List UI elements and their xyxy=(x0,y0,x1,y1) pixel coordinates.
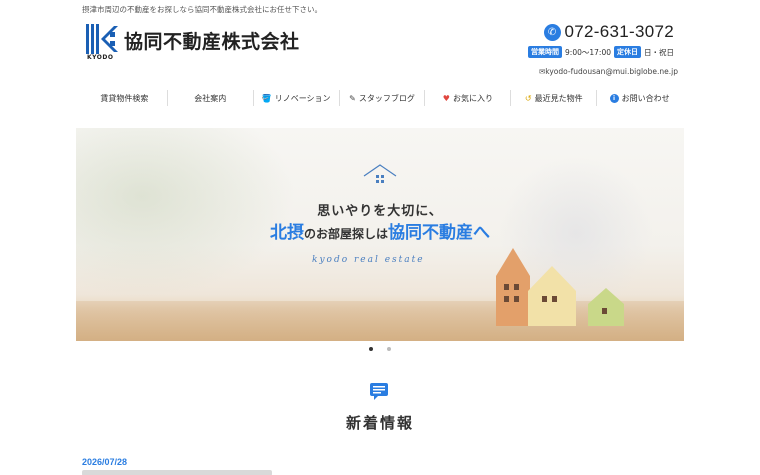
business-hours: 営業時間 9:00～17:00 定休日 日・祝日 xyxy=(528,46,674,58)
hero-highlight-company: 協同不動産へ xyxy=(388,223,490,243)
nav-item-staff-blog[interactable]: ✎ スタッフブログ xyxy=(338,90,425,106)
house-emblem-icon xyxy=(363,164,397,183)
nav-label: お気に入り xyxy=(452,93,493,103)
document-edit-icon: ✎ xyxy=(349,93,356,103)
nav-item-company[interactable]: 会社案内 xyxy=(166,90,253,106)
nav-item-recently-viewed[interactable]: ↺ 最近見た物件 xyxy=(510,90,596,106)
news-item-date: 2026/07/28 xyxy=(82,457,128,467)
nav-label: 最近見た物件 xyxy=(534,93,583,103)
email-link[interactable]: ✉kyodo-fudousan@mui.biglobe.ne.jp xyxy=(539,67,678,76)
closed-tag: 定休日 xyxy=(614,46,641,58)
nav-item-rental-search[interactable]: 賃貸物件検索 xyxy=(82,90,167,106)
phone-number[interactable]: 072-631-3072 xyxy=(565,22,674,42)
nav-label: 賃貸物件検索 xyxy=(100,93,149,103)
site-tagline: 摂津市周辺の不動産をお探しなら協同不動産株式会社にお任せ下さい。 xyxy=(82,5,322,14)
company-name: 協同不動産株式会社 xyxy=(124,31,300,53)
history-icon: ↺ xyxy=(524,93,532,103)
phone-icon: ✆ xyxy=(543,23,561,41)
nav-item-renovation[interactable]: 🪣 リノベーション xyxy=(252,90,339,106)
nav-item-contact[interactable]: i お問い合わせ xyxy=(596,90,682,106)
nav-item-favorites[interactable]: ♥ お気に入り xyxy=(424,90,510,106)
hero-script-text: kyodo real estate xyxy=(312,255,425,265)
news-item-title-truncated[interactable] xyxy=(82,470,272,475)
contact-block: ✆ 072-631-3072 営業時間 9:00～17:00 定休日 日・祝日 xyxy=(528,22,674,58)
nav-label: リノベーション xyxy=(274,93,331,103)
wooden-houses-illustration xyxy=(496,248,624,326)
global-nav: 賃貸物件検索 会社案内 🪣 リノベーション ✎ スタッフブログ ♥ お気に入り … xyxy=(82,88,682,108)
hours-value: 9:00～17:00 xyxy=(565,47,611,57)
closed-value: 日・祝日 xyxy=(644,47,674,57)
kyodo-logo-icon xyxy=(86,24,118,54)
slider-dot-1[interactable] xyxy=(369,347,373,351)
hours-tag: 営業時間 xyxy=(528,46,563,58)
logo-sub-text: KYODO xyxy=(87,54,114,61)
company-logo[interactable]: KYODO 協同不動産株式会社 xyxy=(86,22,316,62)
news-section-title: 新着情報 xyxy=(345,414,414,432)
hero-subheadline: 北摂のお部屋探しは協同不動産へ xyxy=(76,218,684,243)
news-chat-icon xyxy=(370,383,388,400)
info-icon: i xyxy=(609,93,619,103)
hero-slider[interactable]: 思いやりを大切に、 北摂のお部屋探しは協同不動産へ kyodo real est… xyxy=(76,128,684,341)
slider-dots xyxy=(0,347,760,351)
heart-icon: ♥ xyxy=(442,93,450,103)
nav-label: 会社案内 xyxy=(194,93,227,103)
phone-row[interactable]: ✆ 072-631-3072 xyxy=(528,22,674,42)
paint-bucket-icon: 🪣 xyxy=(261,93,272,103)
nav-label: お問い合わせ xyxy=(621,93,670,103)
hero-headline: 思いやりを大切に、 xyxy=(317,204,443,219)
hero-highlight-area: 北摂 xyxy=(269,223,304,243)
hero-text-middle: のお部屋探しは xyxy=(303,227,388,241)
slider-dot-2[interactable] xyxy=(387,347,391,351)
nav-label: スタッフブログ xyxy=(358,93,415,103)
